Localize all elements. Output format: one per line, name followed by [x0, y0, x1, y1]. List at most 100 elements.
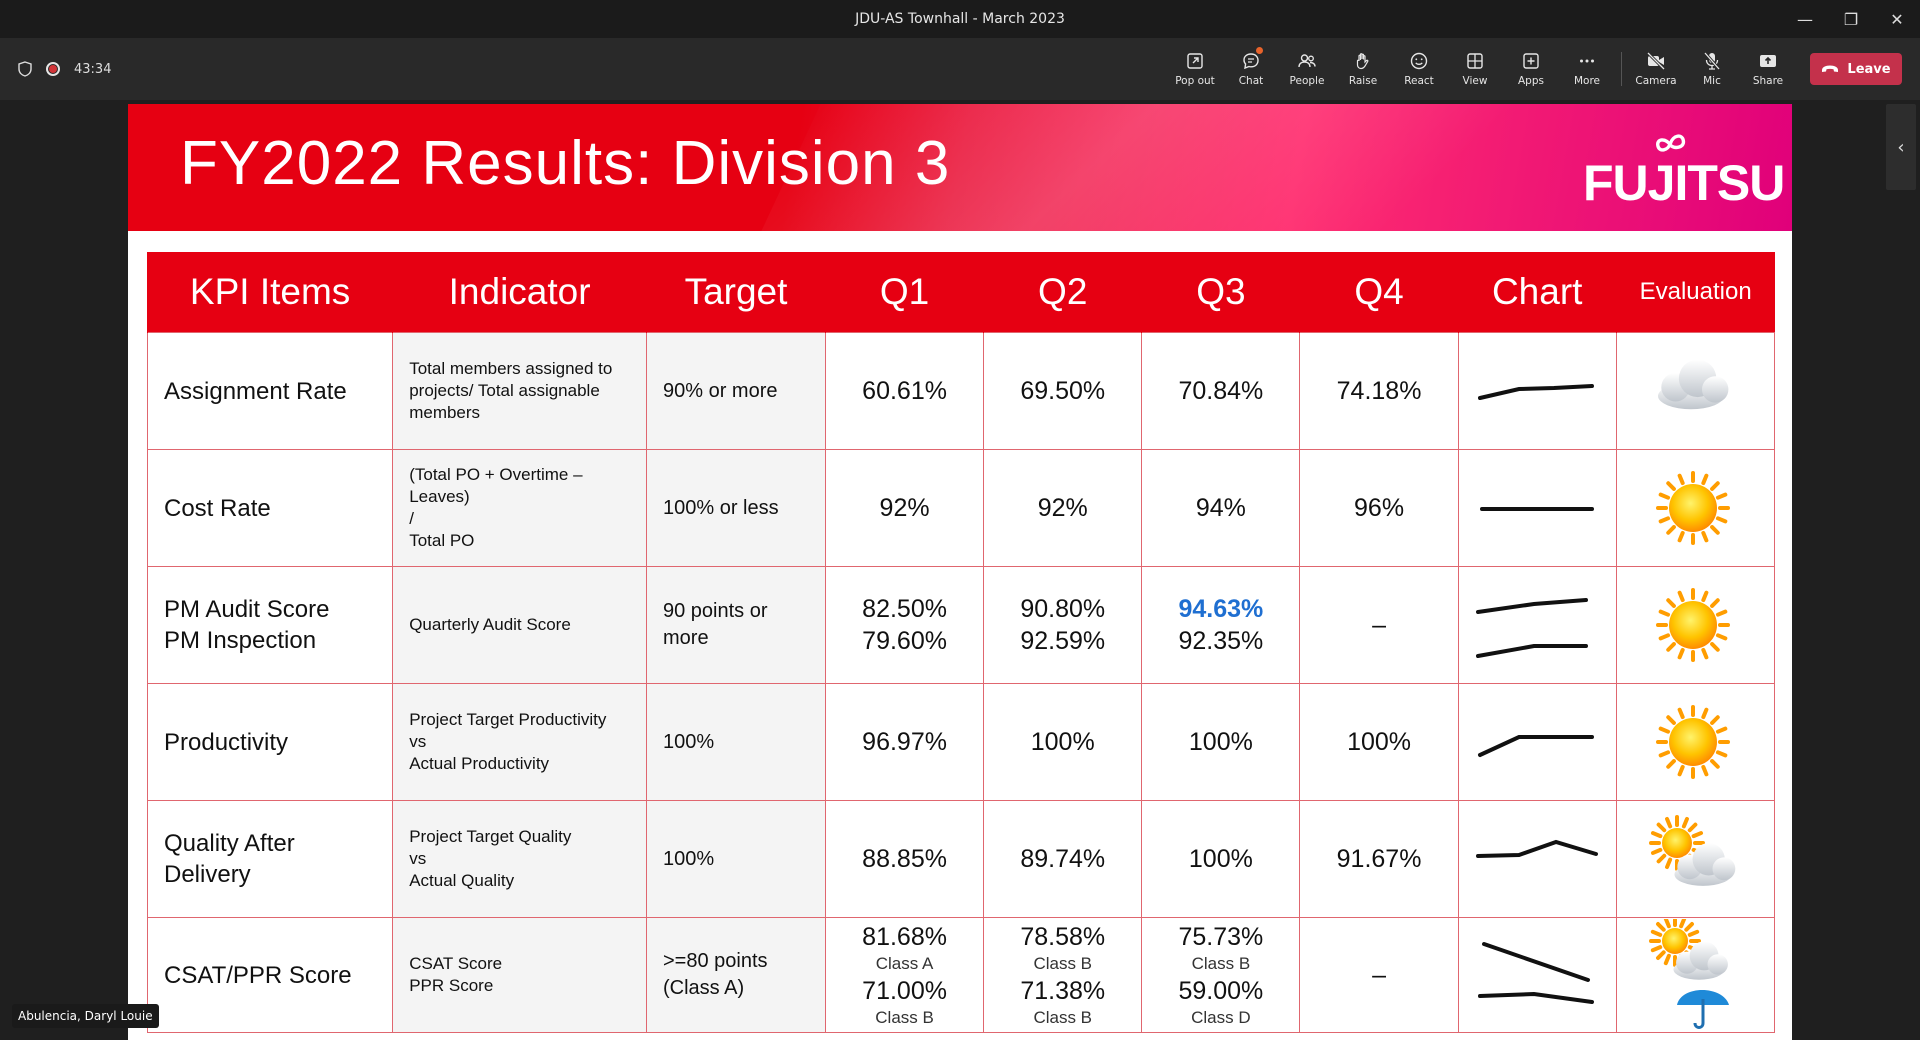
q1-class-label: Class A	[875, 954, 934, 973]
fujitsu-logo-text: FUJITSU	[1583, 155, 1785, 211]
q2-class-label: Class B	[1033, 1008, 1093, 1027]
target-cell: >=80 points (Class A)	[646, 917, 826, 1033]
chat-button[interactable]: Chat	[1223, 38, 1279, 100]
q1-value: 81.68%	[862, 923, 947, 951]
indicator-line: Total PO	[409, 531, 475, 550]
slide-title: FY2022 Results: Division 3	[180, 129, 951, 198]
apps-button[interactable]: Apps	[1503, 38, 1559, 100]
sunny-icon	[1618, 692, 1773, 792]
minimize-button[interactable]: —	[1782, 0, 1828, 38]
side-panel-toggle[interactable]: ‹	[1886, 104, 1916, 190]
q3-value: 92.35%	[1178, 627, 1264, 655]
q1-value: 96.97%	[862, 728, 947, 756]
chart-cell	[1457, 566, 1617, 684]
kpi-item-line: PM Inspection	[164, 627, 317, 654]
table-header-row: KPI Items Indicator Target Q1 Q2 Q3 Q4 C…	[146, 252, 1775, 333]
close-button[interactable]: ✕	[1874, 0, 1920, 38]
kpi-item-line: CSAT/PPR Score	[164, 961, 352, 989]
recording-icon	[46, 62, 60, 76]
sparkline-chart	[1476, 839, 1599, 858]
kpi-table: KPI Items Indicator Target Q1 Q2 Q3 Q4 C…	[146, 252, 1776, 1033]
target-line: 90% or more	[663, 379, 778, 402]
target-cell: 90 points or more	[646, 566, 826, 684]
q4-value: 74.18%	[1336, 377, 1422, 405]
target-line: 100%	[663, 847, 715, 870]
indicator-line: (Total PO + Overtime –	[409, 465, 583, 484]
chart-cell	[1457, 683, 1617, 801]
target-line: 90 points or	[663, 600, 768, 622]
q3-value: 70.84%	[1178, 377, 1264, 405]
evaluation-cell	[1615, 800, 1776, 918]
mic-button[interactable]: Mic	[1684, 38, 1740, 100]
sparkline-line	[1476, 839, 1599, 858]
target-line: more	[663, 627, 709, 649]
q3-value: 100%	[1188, 845, 1253, 873]
more-button[interactable]: More	[1559, 38, 1615, 100]
q3-value: 94.63%	[1178, 595, 1264, 623]
evaluation-cell	[1615, 917, 1776, 1033]
kpi-item-cell: Quality After Delivery	[146, 800, 394, 918]
table-row: PM Audit Score PM Inspection Quarterly Aud…	[146, 566, 1776, 684]
q2-value-cell: 89.74%	[983, 800, 1143, 918]
q1-value: 79.60%	[862, 627, 947, 655]
q3-value-cell: 94.63% 92.35%	[1141, 566, 1301, 684]
indicator-line: Actual Productivity	[409, 754, 550, 773]
evaluation-cell	[1615, 566, 1776, 684]
slide-header: FY2022 Results: Division 3 FUJITSU	[128, 104, 1792, 231]
indicator-line: CSAT Score	[409, 954, 503, 973]
camera-label: Camera	[1635, 75, 1677, 87]
target-line: 100%	[663, 730, 715, 753]
q4-value-cell: 91.67%	[1299, 800, 1459, 918]
raise-hand-label: Raise	[1348, 75, 1378, 87]
window-controls: — ❐ ✕	[1782, 0, 1920, 38]
camera-off-icon	[1646, 51, 1666, 71]
q1-value: 88.85%	[862, 845, 947, 873]
kpi-item-line: Cost Rate	[164, 494, 271, 522]
raise-hand-button[interactable]: Raise	[1335, 38, 1391, 100]
indicator-cell: Project Target Quality vs Actual Quality	[392, 800, 647, 918]
sparkline-line	[1478, 735, 1595, 757]
share-button[interactable]: Share	[1740, 38, 1796, 100]
header-target: Target	[646, 252, 826, 333]
sparkline-chart	[1480, 507, 1595, 511]
pop-out-button[interactable]: Pop out	[1167, 38, 1223, 100]
react-icon	[1410, 52, 1428, 70]
q2-value: 92.59%	[1020, 627, 1106, 655]
sparkline-line	[1476, 644, 1589, 658]
people-button[interactable]: People	[1279, 38, 1335, 100]
sparkline-line	[1478, 991, 1595, 1004]
mic-off-icon	[1703, 52, 1721, 70]
view-button[interactable]: View	[1447, 38, 1503, 100]
leave-button[interactable]: Leave	[1810, 53, 1902, 85]
q3-value: 94%	[1195, 494, 1246, 522]
q1-class-label: Class B	[875, 1008, 934, 1027]
window-titlebar: JDU-AS Townhall - March 2023 — ❐ ✕	[0, 0, 1920, 39]
kpi-item-cell: Cost Rate	[146, 449, 394, 567]
sparkline-chart	[1478, 735, 1595, 757]
react-button[interactable]: React	[1391, 38, 1447, 100]
table-row: CSAT/PPR Score CSAT Score PPR Score >=80 po…	[146, 917, 1776, 1033]
kpi-item-line: PM Audit Score	[164, 596, 330, 623]
indicator-line: Leaves)	[409, 487, 470, 506]
indicator-line: members	[409, 403, 481, 422]
indicator-line: Total members assigned to	[409, 359, 613, 378]
header-q4: Q4	[1299, 252, 1459, 333]
chat-notification-badge	[1256, 47, 1263, 54]
partly-cloudy-rain-icon	[1618, 919, 1773, 1031]
restore-button[interactable]: ❐	[1828, 0, 1874, 38]
participant-name-tag: Abulencia, Daryl Louie	[12, 1004, 159, 1028]
sparkline-line	[1476, 598, 1589, 614]
q2-value: 90.80%	[1020, 595, 1106, 623]
camera-button[interactable]: Camera	[1628, 38, 1684, 100]
q1-value-cell: 82.50% 79.60%	[824, 566, 985, 684]
table-row: Assignment Rate Total members assigned to…	[146, 332, 1776, 450]
share-label: Share	[1752, 75, 1784, 87]
mic-label: Mic	[1703, 75, 1721, 87]
window-title: JDU-AS Townhall - March 2023	[855, 11, 1065, 27]
sparkline-chart	[1476, 598, 1589, 658]
q2-value: 71.38%	[1020, 977, 1106, 1005]
q4-value: –	[1372, 961, 1386, 989]
people-label: People	[1289, 75, 1325, 87]
q1-value-cell: 81.68% Class A 71.00% Class B	[824, 917, 985, 1033]
target-line: (Class A)	[663, 977, 745, 999]
